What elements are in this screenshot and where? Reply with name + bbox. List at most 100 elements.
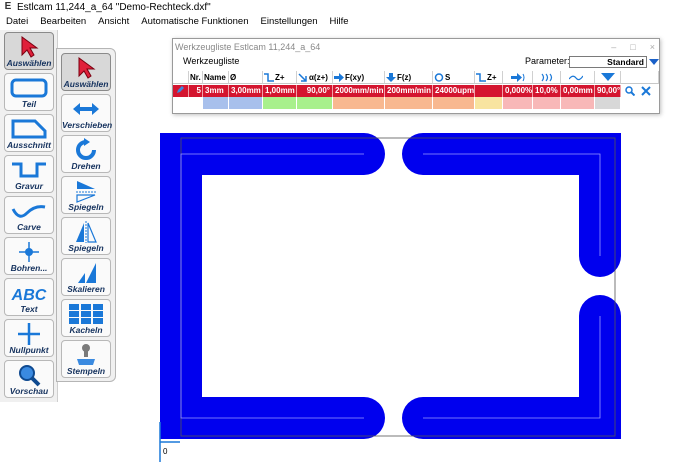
swatch-fz <box>385 97 433 109</box>
scale-icon <box>78 263 96 283</box>
search-icon[interactable] <box>625 86 635 96</box>
swatch-z2 <box>475 97 503 109</box>
swatch-ramp <box>503 97 533 109</box>
maximize-button[interactable]: □ <box>630 39 635 55</box>
tool-stempeln-button[interactable]: Stempeln <box>61 340 111 378</box>
tool-verschieben-button[interactable]: Verschieben <box>61 94 112 132</box>
tool-spiegeln-h-button[interactable]: Spiegeln <box>61 176 111 214</box>
parameter-select[interactable]: Standard <box>569 56 647 68</box>
drawing-canvas[interactable]: 0 <box>116 116 690 467</box>
header-z-plus: Z+ <box>263 71 297 84</box>
arrow-down-icon <box>386 73 396 82</box>
tool-teil-button[interactable]: Teil <box>4 73 54 111</box>
header-actions <box>621 71 659 84</box>
header-name: Name <box>203 71 229 84</box>
tool-list-title: Werkzeugliste Estlcam 11,244_a_64 <box>175 42 321 52</box>
header-z-plus-2: Z+ <box>475 71 503 84</box>
part-outline <box>180 137 616 437</box>
toolpath-group <box>160 133 621 439</box>
swatch-fxy <box>333 97 385 109</box>
cell-ramp[interactable]: 0,000% <box>503 85 533 97</box>
menu-hilfe[interactable]: Hilfe <box>324 14 355 30</box>
cell-tip-angle[interactable]: 90,00° <box>595 85 621 97</box>
tool-drehen-button[interactable]: Drehen <box>61 135 111 173</box>
cell-offset[interactable]: 0,00mm <box>561 85 595 97</box>
mirror-horizontal-icon <box>76 181 96 203</box>
tile-icon <box>69 304 103 324</box>
tool-auswaehlen-button[interactable]: Auswählen <box>4 32 54 70</box>
spindle-icon <box>434 73 444 82</box>
swatch-diameter <box>229 97 263 109</box>
primary-toolbar: Auswählen Teil Ausschnitt Gravur Carve B… <box>0 30 58 402</box>
header-blank <box>173 71 189 84</box>
estlcam-icon: E <box>4 1 12 12</box>
cell-s[interactable]: 24000upm <box>433 85 475 97</box>
row-edit-icon[interactable] <box>173 85 189 97</box>
header-stepover <box>533 71 561 84</box>
swatch-name <box>203 97 229 109</box>
chevron-down-icon[interactable] <box>649 57 659 67</box>
tool-carve-button[interactable]: Carve <box>4 196 54 234</box>
mirror-vertical-icon <box>76 221 97 243</box>
toolpath-left <box>160 133 385 439</box>
cell-nr[interactable]: 5 <box>189 85 203 97</box>
pencil-icon <box>177 86 184 93</box>
step-icon <box>476 73 486 82</box>
window-title: Estlcam 11,244_a_64 "Demo-Rechteck.dxf" <box>17 1 211 13</box>
stepover-icon <box>541 73 553 82</box>
menu-einstellungen[interactable]: Einstellungen <box>255 14 324 30</box>
tool-nullpunkt-button[interactable]: Nullpunkt <box>4 319 54 357</box>
toolpath-bottom-right <box>402 295 621 439</box>
cell-z-plus[interactable]: 1,00mm <box>263 85 297 97</box>
cell-stepover[interactable]: 10,0% <box>533 85 561 97</box>
menu-datei[interactable]: Datei <box>0 14 34 30</box>
cursor-icon <box>78 57 96 79</box>
arrow-right-icon <box>334 73 344 82</box>
swatch-z <box>263 97 297 109</box>
tool-gravur-button[interactable]: Gravur <box>4 155 54 193</box>
window-controls: – □ × <box>611 39 655 55</box>
inner-contour <box>180 153 601 419</box>
minimize-button[interactable]: – <box>611 39 616 55</box>
tool-text-button[interactable]: ABC Text <box>4 278 54 316</box>
tool-bohren-button[interactable]: Bohren... <box>4 237 54 275</box>
tool-skalieren-button[interactable]: Skalieren <box>61 258 111 296</box>
menu-ansicht[interactable]: Ansicht <box>92 14 135 30</box>
header-alpha: α(z+) <box>297 71 333 84</box>
text-icon: ABC <box>11 287 47 304</box>
swatch-alpha <box>297 97 333 109</box>
delete-icon[interactable] <box>641 86 651 96</box>
tool-spiegeln-v-button[interactable]: Spiegeln <box>61 217 111 255</box>
engrave-icon <box>12 162 46 178</box>
tool-kacheln-button[interactable]: Kacheln <box>61 299 111 337</box>
tool-table: Nr. Name Ø Z+ α(z+) F(xy) F(z) S Z+ 5 3m… <box>173 71 659 113</box>
tool-list-window: Werkzeugliste Estlcam 11,244_a_64 – □ × … <box>172 38 660 114</box>
crosshair-icon <box>18 323 40 345</box>
rotate-icon <box>76 138 96 160</box>
secondary-toolbar: Auswählen Verschieben Drehen Spiegeln Sp… <box>56 48 116 382</box>
tool2-auswaehlen-button[interactable]: Auswählen <box>61 53 111 91</box>
header-offset <box>561 71 595 84</box>
close-button[interactable]: × <box>650 39 655 55</box>
cutout-icon <box>11 119 47 139</box>
header-s: S <box>433 71 475 84</box>
header-fxy: F(xy) <box>333 71 385 84</box>
menu-bearbeiten[interactable]: Bearbeiten <box>34 14 92 30</box>
cell-fxy[interactable]: 2000mm/min <box>333 85 385 97</box>
tab-werkzeugliste[interactable]: Werkzeugliste <box>183 56 239 66</box>
wave-icon <box>569 75 583 81</box>
title-bar: E Estlcam 11,244_a_64 "Demo-Rechteck.dxf… <box>0 0 690 14</box>
menu-bar: Datei Bearbeiten Ansicht Automatische Fu… <box>0 14 690 30</box>
tool-ausschnitt-button[interactable]: Ausschnitt <box>4 114 54 152</box>
cell-z-plus-2[interactable] <box>475 85 503 97</box>
row-actions <box>621 85 659 97</box>
cell-name[interactable]: 3mm <box>203 85 229 97</box>
cell-diameter[interactable]: 3,00mm <box>229 85 263 97</box>
tool-vorschau-button[interactable]: Vorschau <box>4 360 54 398</box>
cell-alpha[interactable]: 90,00° <box>297 85 333 97</box>
menu-automatische-funktionen[interactable]: Automatische Funktionen <box>135 14 254 30</box>
header-fz: F(z) <box>385 71 433 84</box>
cell-fz[interactable]: 200mm/min <box>385 85 433 97</box>
vbit-icon <box>601 73 615 81</box>
diagonal-arrow-icon <box>298 73 307 82</box>
